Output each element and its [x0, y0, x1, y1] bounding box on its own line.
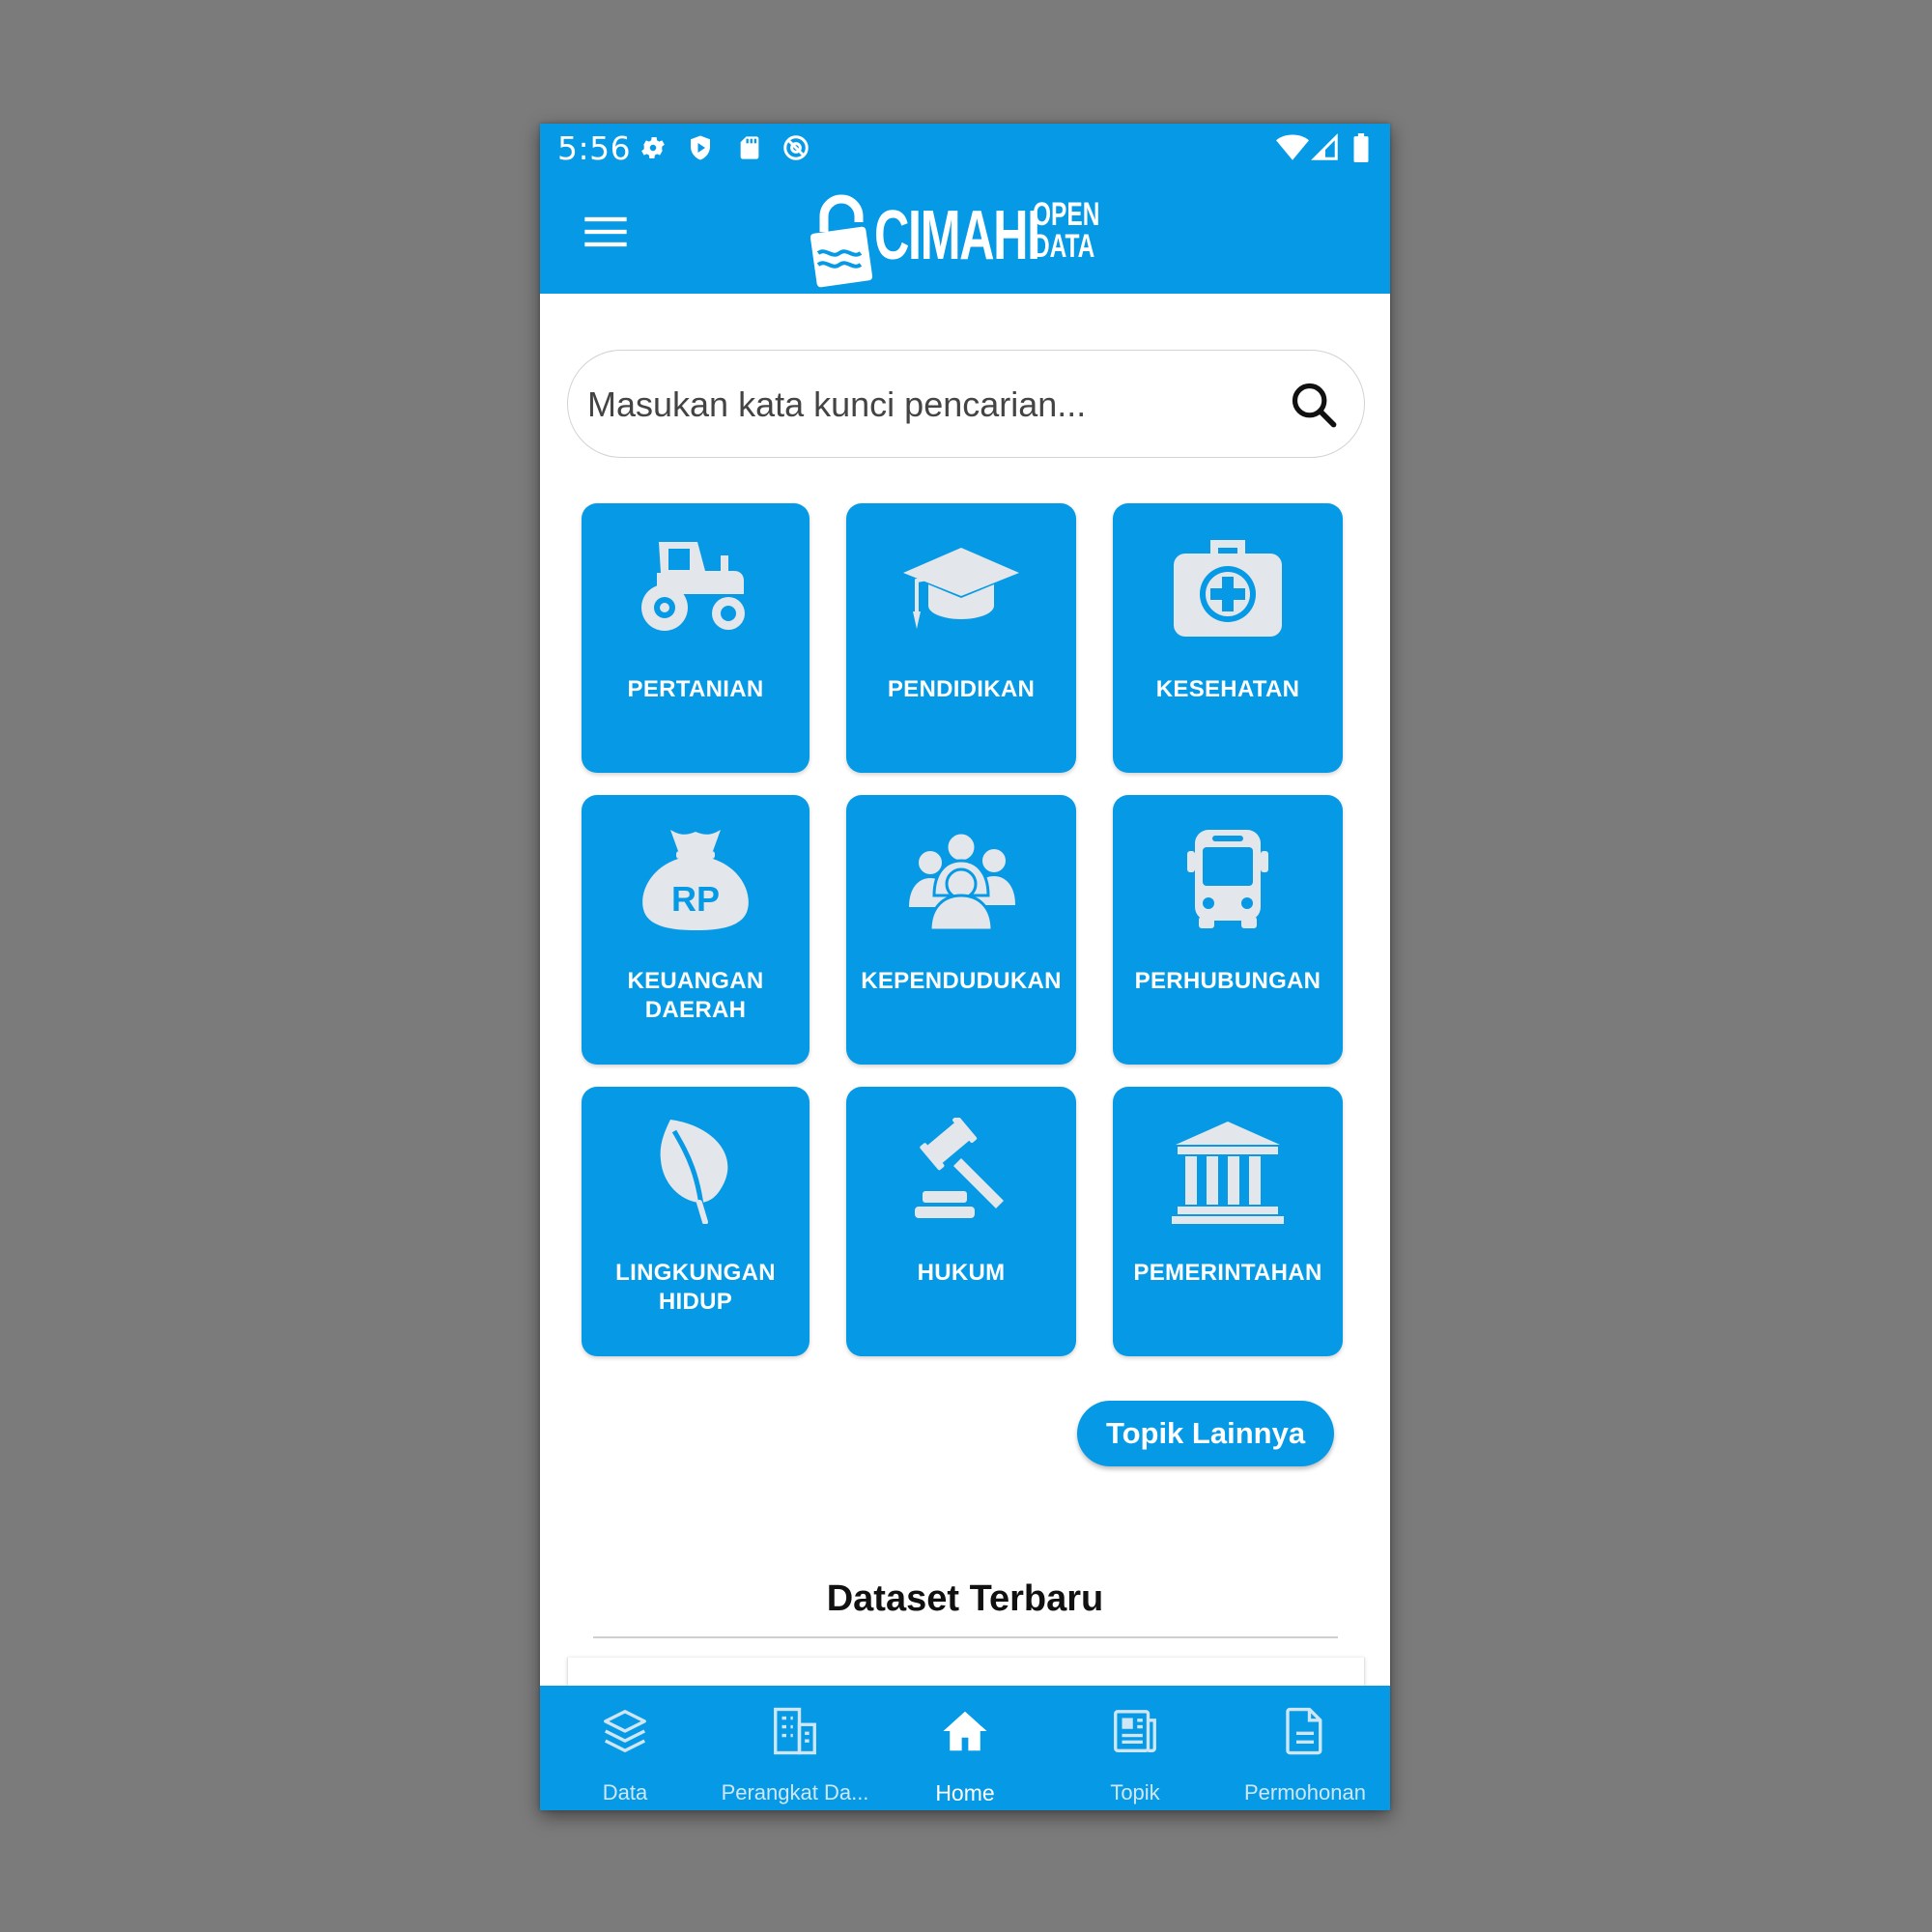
topic-tile-pendidikan[interactable]: PENDIDIKAN	[846, 503, 1076, 773]
government-building-icon	[1172, 1122, 1284, 1224]
cellular-icon	[1311, 133, 1338, 160]
nav-label: Permohonan	[1244, 1780, 1366, 1804]
wifi-icon	[1276, 134, 1309, 160]
topic-label: HUKUM	[917, 1260, 1006, 1286]
search-input[interactable]	[585, 370, 1265, 440]
gavel-icon	[915, 1118, 1004, 1218]
hamburger-icon[interactable]	[581, 207, 631, 257]
graduation-cap-icon	[903, 548, 1019, 629]
search-bar	[567, 350, 1365, 458]
topic-label: PERHUBUNGAN	[1134, 968, 1321, 994]
topic-label: KESEHATAN	[1155, 676, 1300, 702]
app-bar: CIMAHI OPEN DATA	[540, 172, 1390, 294]
newspaper-icon	[1114, 1710, 1156, 1752]
status-bar: 5:56	[540, 124, 1390, 172]
buildings-icon	[774, 1707, 816, 1755]
at-sync-icon	[783, 135, 809, 160]
nav-item-permohonan[interactable]: Permohonan	[1220, 1686, 1390, 1810]
nav-item-home[interactable]: Home	[880, 1686, 1050, 1810]
nav-item-perangkat-daerah[interactable]: Perangkat Da...	[710, 1686, 880, 1810]
logo-sub-top: OPEN	[1033, 196, 1100, 233]
topic-tile-hukum[interactable]: HUKUM	[846, 1087, 1076, 1356]
topic-label: PEMERINTAHAN	[1133, 1260, 1322, 1286]
logo-wordmark: CIMAHI	[874, 197, 1040, 274]
latest-dataset-title: Dataset Terbaru	[826, 1578, 1104, 1619]
topic-grid: PERTANIAN PENDIDIKAN KESEHATAN RP KEUANG…	[582, 503, 1346, 1356]
topic-label: PERTANIAN	[627, 676, 764, 702]
logo-subtext: OPEN DATA	[1033, 196, 1100, 265]
topic-label: KEPENDUDUKAN	[861, 968, 1062, 994]
bottom-navigation: Data Perangkat Da... Home Topik Permohon…	[540, 1686, 1390, 1810]
logo-sub-bottom: DATA	[1033, 228, 1095, 265]
status-time: 5:56	[557, 129, 632, 167]
app-logo: CIMAHI OPEN DATA	[810, 184, 1100, 288]
money-bag-text: RP	[671, 879, 720, 919]
nav-label: Home	[935, 1780, 995, 1805]
phone-screen: 5:56 CIMAHI OPEN DATA Masukan kata kunci…	[540, 124, 1390, 1810]
gear-icon	[641, 137, 665, 158]
people-icon	[909, 831, 1015, 932]
topic-tile-pertanian[interactable]: PERTANIAN	[582, 503, 810, 773]
section-divider	[593, 1636, 1338, 1638]
nav-label: Perangkat Da...	[721, 1780, 869, 1804]
padlock-logo-icon	[810, 194, 872, 288]
shield-icon	[691, 135, 710, 160]
topic-tile-perhubungan[interactable]: PERHUBUNGAN	[1113, 795, 1343, 1065]
nav-item-topik[interactable]: Topik	[1050, 1686, 1220, 1810]
top-bar: 5:56 CIMAHI OPEN DATA	[540, 124, 1390, 294]
more-topics-button[interactable]: Topik Lainnya	[1077, 1401, 1334, 1466]
nav-item-data[interactable]: Data	[540, 1686, 710, 1810]
money-bag-icon: RP	[642, 830, 749, 930]
bus-icon	[1187, 830, 1268, 928]
topic-label: PENDIDIKAN	[887, 676, 1036, 702]
sd-card-icon	[740, 136, 759, 159]
topic-tile-kesehatan[interactable]: KESEHATAN	[1113, 503, 1343, 773]
tractor-icon	[641, 542, 745, 631]
layers-icon	[604, 1710, 646, 1752]
document-icon	[1286, 1707, 1322, 1755]
topic-tile-kependudukan[interactable]: KEPENDUDUKAN	[846, 795, 1076, 1065]
nav-label: Data	[602, 1780, 648, 1804]
nav-label: Topik	[1110, 1780, 1160, 1804]
topic-tile-keuangan-daerah[interactable]: RP KEUANGAN DAERAH	[582, 795, 810, 1065]
topic-label: KEUANGAN DAERAH	[627, 968, 764, 1023]
leaf-icon	[660, 1120, 728, 1224]
home-icon	[943, 1711, 987, 1751]
topic-tile-pemerintahan[interactable]: PEMERINTAHAN	[1113, 1087, 1343, 1356]
battery-icon	[1353, 133, 1369, 162]
search-icon[interactable]	[1289, 380, 1339, 430]
topic-label: LINGKUNGAN HIDUP	[615, 1260, 776, 1315]
first-aid-kit-icon	[1174, 540, 1282, 637]
topic-tile-lingkungan-hidup[interactable]: LINGKUNGAN HIDUP	[582, 1087, 810, 1356]
